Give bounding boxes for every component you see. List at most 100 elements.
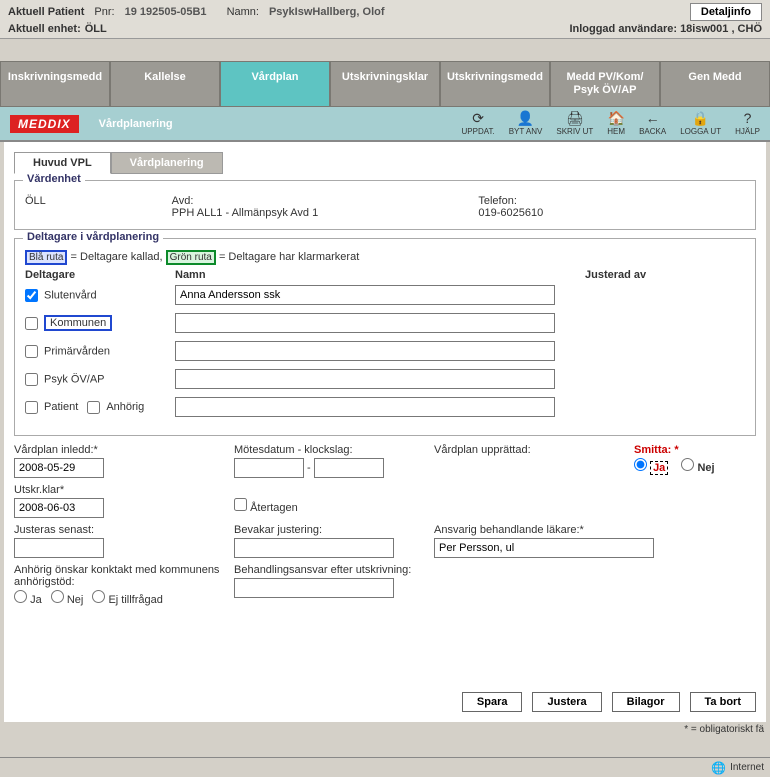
- deltagare-legend: Deltagare i vårdplanering: [23, 231, 163, 243]
- blue-legend-box: Blå ruta: [25, 250, 67, 265]
- kommunen-label[interactable]: Kommunen: [25, 315, 175, 331]
- primarvarden-label[interactable]: Primärvården: [25, 345, 175, 358]
- subtab-huvud-vpl[interactable]: Huvud VPL: [14, 152, 111, 174]
- status-text: Internet: [730, 762, 764, 773]
- deltagare-fieldset: Deltagare i vårdplanering Blå ruta = Del…: [14, 238, 756, 436]
- aktuell-enhet-label: Aktuell enhet:: [8, 23, 81, 35]
- telefon-value: 019-6025610: [478, 207, 543, 219]
- bevakar-label: Bevakar justering:: [234, 524, 424, 536]
- smitta-nej-label[interactable]: Nej: [681, 462, 714, 474]
- justeras-label: Justeras senast:: [14, 524, 224, 536]
- status-bar: 🌐 Internet: [0, 757, 770, 777]
- patient-checkbox[interactable]: [25, 401, 38, 414]
- justera-button[interactable]: Justera: [532, 692, 601, 712]
- aktuell-patient-label: Aktuell Patient: [8, 6, 84, 18]
- avd-label: Avd:: [172, 195, 439, 207]
- slutenvard-checkbox[interactable]: [25, 289, 38, 302]
- vardenhet-fieldset: Vårdenhet ÖLL Avd:PPH ALL1 - Allmänpsyk …: [14, 180, 756, 230]
- tab-kallelse[interactable]: Kallelse: [110, 61, 220, 107]
- home-icon[interactable]: 🏠HEM: [607, 111, 625, 136]
- motes-time-input[interactable]: [314, 458, 384, 478]
- aktuell-enhet-value: ÖLL: [85, 23, 107, 35]
- psyk-checkbox[interactable]: [25, 373, 38, 386]
- logged-in-user: Inloggad användare: 18isw001 , CHÖ: [569, 23, 762, 35]
- inledd-input[interactable]: [14, 458, 104, 478]
- toolbar-title: Vårdplanering: [99, 118, 173, 130]
- slutenvard-label[interactable]: Slutenvård: [25, 289, 175, 302]
- kontakt-ej-label[interactable]: Ej tillfrågad: [92, 594, 162, 606]
- motes-date-input[interactable]: [234, 458, 304, 478]
- upprattad-label: Vårdplan upprättad:: [434, 444, 624, 456]
- kontakt-ja-radio[interactable]: [14, 590, 27, 603]
- atertagen-checkbox[interactable]: [234, 498, 247, 511]
- print-icon[interactable]: 🖨SKRIV UT: [556, 111, 593, 136]
- tab-inskrivningsmedd[interactable]: Inskrivningsmedd: [0, 61, 110, 107]
- nav-tabs: Inskrivningsmedd Kallelse Vårdplan Utskr…: [0, 61, 770, 107]
- green-legend-box: Grön ruta: [166, 250, 216, 265]
- kommunen-checkbox[interactable]: [25, 317, 38, 330]
- col-justerad: Justerad av: [585, 269, 745, 281]
- primarvarden-name-input[interactable]: [175, 341, 555, 361]
- utskr-label: Utskr.klar*: [14, 484, 224, 496]
- meddix-logo: MEDDIX: [10, 115, 79, 133]
- help-icon[interactable]: ?HJÄLP: [735, 111, 760, 136]
- detaljinfo-button[interactable]: Detaljinfo: [690, 3, 762, 21]
- kontakt-ej-radio[interactable]: [92, 590, 105, 603]
- pnr-value: 19 192505-05B1: [125, 6, 207, 18]
- smitta-nej-radio[interactable]: [681, 458, 694, 471]
- tab-utskrivningsmedd[interactable]: Utskrivningsmedd: [440, 61, 550, 107]
- telefon-label: Telefon:: [478, 195, 745, 207]
- col-namn: Namn: [175, 269, 585, 281]
- globe-icon: 🌐: [711, 761, 726, 775]
- refresh-icon[interactable]: ⟳UPPDAT.: [462, 111, 495, 136]
- anhorig-kontakt-label: Anhörig önskar konktakt med kommunens an…: [14, 564, 224, 588]
- back-icon[interactable]: ←BACKA: [639, 111, 666, 136]
- toolbar: MEDDIX Vårdplanering ⟳UPPDAT. 👤BYT ANV 🖨…: [0, 107, 770, 142]
- smitta-ja-label[interactable]: Ja: [634, 462, 668, 474]
- patient-label[interactable]: Patient: [25, 401, 78, 413]
- ansvarig-label: Ansvarig behandlande läkare:*: [434, 524, 770, 536]
- bevakar-input[interactable]: [234, 538, 394, 558]
- switch-user-icon[interactable]: 👤BYT ANV: [509, 111, 543, 136]
- justeras-input[interactable]: [14, 538, 104, 558]
- kontakt-nej-label[interactable]: Nej: [51, 594, 84, 606]
- kontakt-ja-label[interactable]: Ja: [14, 594, 42, 606]
- atertagen-label[interactable]: Återtagen: [234, 502, 298, 514]
- kontakt-nej-radio[interactable]: [51, 590, 64, 603]
- content-area: Huvud VPL Vårdplanering Vårdenhet ÖLL Av…: [4, 142, 766, 722]
- logout-icon[interactable]: 🔒LOGGA UT: [680, 111, 721, 136]
- psyk-name-input[interactable]: [175, 369, 555, 389]
- tab-utskrivningsklar[interactable]: Utskrivningsklar: [330, 61, 440, 107]
- behandlingsansvar-label: Behandlingsansvar efter utskrivning:: [234, 564, 424, 576]
- bilagor-button[interactable]: Bilagor: [612, 692, 680, 712]
- smitta-ja-radio[interactable]: [634, 458, 647, 471]
- psyk-label[interactable]: Psyk ÖV/AP: [25, 373, 175, 386]
- spara-button[interactable]: Spara: [462, 692, 523, 712]
- inledd-label: Vårdplan inledd:*: [14, 444, 224, 456]
- namn-value: PsykIswHallberg, Olof: [269, 6, 385, 18]
- slutenvard-name-input[interactable]: [175, 285, 555, 305]
- col-deltagare: Deltagare: [25, 269, 175, 281]
- tabort-button[interactable]: Ta bort: [690, 692, 756, 712]
- avd-value: PPH ALL1 - Allmänpsyk Avd 1: [172, 207, 319, 219]
- pnr-label: Pnr:: [94, 6, 114, 18]
- utskr-input[interactable]: [14, 498, 104, 518]
- ansvarig-input[interactable]: [434, 538, 654, 558]
- tab-gen-medd[interactable]: Gen Medd: [660, 61, 770, 107]
- header: Aktuell Patient Pnr: 19 192505-05B1 Namn…: [0, 0, 770, 39]
- primarvarden-checkbox[interactable]: [25, 345, 38, 358]
- anhorig-checkbox[interactable]: [87, 401, 100, 414]
- vardenhet-legend: Vårdenhet: [23, 173, 85, 185]
- smitta-label: Smitta: *: [634, 444, 770, 456]
- tab-medd-pvkom[interactable]: Medd PV/Kom/ Psyk ÖV/AP: [550, 61, 660, 107]
- patient-anhorig-name-input[interactable]: [175, 397, 555, 417]
- tab-vardplan[interactable]: Vårdplan: [220, 61, 330, 107]
- obligatory-note: * = obligatoriskt fä: [0, 724, 764, 735]
- subtab-vardplanering[interactable]: Vårdplanering: [111, 152, 223, 174]
- blue-legend-text: = Deltagare kallad,: [71, 251, 166, 263]
- anhorig-label[interactable]: Anhörig: [87, 401, 144, 413]
- kommunen-name-input[interactable]: [175, 313, 555, 333]
- namn-label: Namn:: [227, 6, 259, 18]
- green-legend-text: = Deltagare har klarmarkerat: [219, 251, 359, 263]
- behandlingsansvar-input[interactable]: [234, 578, 394, 598]
